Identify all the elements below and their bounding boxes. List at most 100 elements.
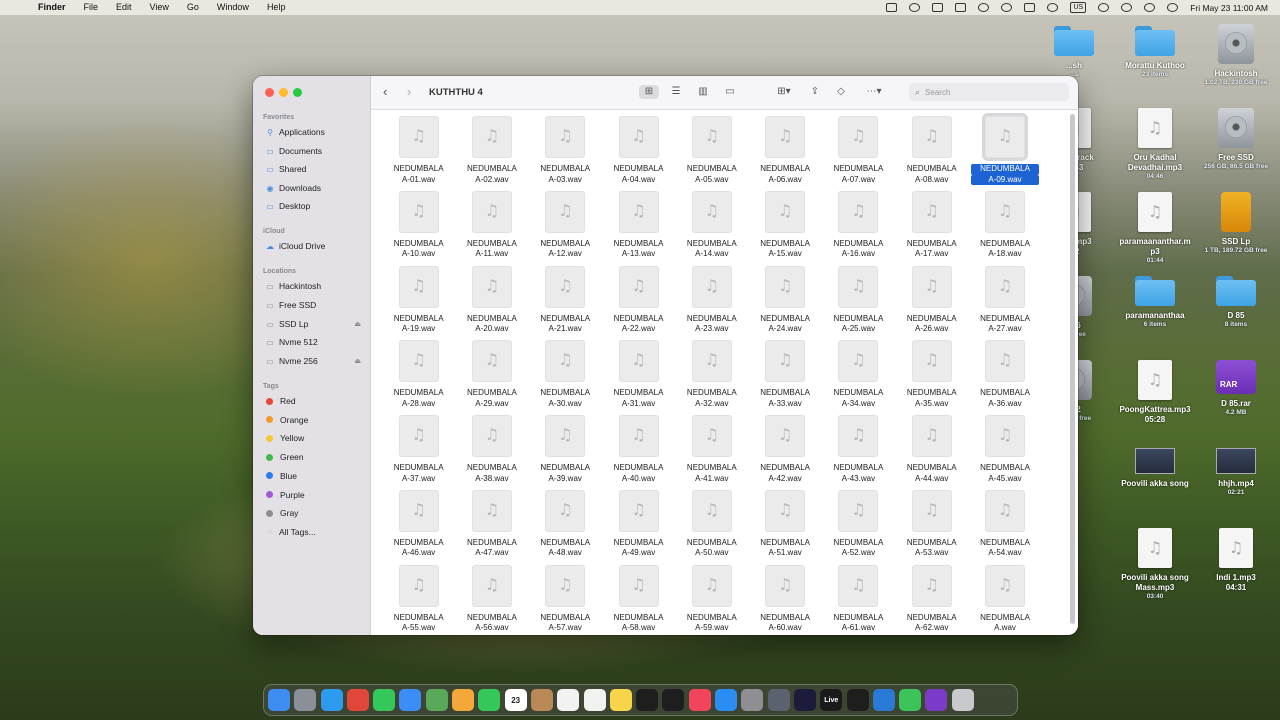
sidebar-item-desktop[interactable]: ▭ Desktop [265,198,365,214]
file-item[interactable]: ♫ NEDUMBALA A-22.wav [602,266,675,342]
dock-app-store-icon[interactable] [715,689,738,711]
file-item[interactable]: ♫ NEDUMBALA A-53.wav [895,490,968,566]
file-item[interactable]: ♫ NEDUMBALA A-51.wav [748,490,821,566]
file-item[interactable]: ♫ NEDUMBALA A-25.wav [822,266,895,342]
minimize-button[interactable] [279,88,288,97]
dock-contacts-icon[interactable] [530,689,553,711]
volume-icon[interactable] [1047,3,1059,12]
file-item[interactable]: ♫ NEDUMBALA A-05.wav [675,117,748,192]
file-item[interactable]: ♫ NEDUMBALA A-04.wav [602,117,675,192]
input-source-indicator[interactable]: US [1070,2,1087,13]
file-item[interactable]: ♫ NEDUMBALA A-34.wav [822,341,895,416]
file-item[interactable]: ♫ NEDUMBALA A-32.wav [675,341,748,416]
file-item[interactable]: ♫ NEDUMBALA A-52.wav [822,490,895,566]
file-item[interactable]: ♫ NEDUMBALA A-36.wav [968,341,1041,416]
siri-icon[interactable] [1167,3,1179,12]
menu-clock[interactable]: Fri May 23 11:00 AM [1190,3,1268,13]
sidebar-item-nvme-512[interactable]: ▭ Nvme 512 [265,334,365,350]
file-item[interactable]: ♫ NEDUMBALA A-21.wav [529,266,602,342]
sidebar-item-ssd-lp[interactable]: ▭ SSD Lp ⏏ [265,316,365,332]
sidebar-item-applications[interactable]: ⚲ Applications [265,124,365,140]
bluetooth-icon[interactable] [1098,3,1110,12]
file-item[interactable]: ♫ NEDUMBALA A-27.wav [968,266,1041,342]
file-item[interactable]: ♫ NEDUMBALA A-48.wav [529,490,602,566]
sidebar-item-shared[interactable]: ▭ Shared [265,161,365,177]
file-item[interactable]: ♫ NEDUMBALA A-08.wav [895,117,968,192]
file-item[interactable]: ♫ NEDUMBALA A-37.wav [382,416,455,491]
file-item[interactable]: ♫ NEDUMBALA A-61.wav [822,565,895,635]
dock-final-cut-icon[interactable] [793,689,816,711]
screen-record-icon[interactable] [886,3,898,12]
desktop-item[interactable]: ♫ Indi 1.mp3 04:31 [1196,528,1276,593]
sidebar-tag-yellow[interactable]: Yellow [265,430,365,446]
menu-window[interactable]: Window [217,0,249,15]
sidebar-item-icloud-drive[interactable]: ☁ iCloud Drive [265,238,365,254]
icon-view-button[interactable]: ⊞ [639,85,659,99]
display-icon[interactable] [932,3,944,12]
file-item[interactable]: ♫ NEDUMBALA A.wav [968,565,1041,635]
dock-tv-icon[interactable] [662,689,685,711]
file-item[interactable]: ♫ NEDUMBALA A-57.wav [529,565,602,635]
file-item[interactable]: ♫ NEDUMBALA A-07.wav [822,117,895,192]
dock-calendar-icon[interactable]: 23 [504,689,527,711]
share-button[interactable]: ⇪ [807,85,823,99]
dock-facetime-icon[interactable] [478,689,501,711]
dock-xcode-icon[interactable] [872,689,895,711]
sidebar-tag-purple[interactable]: Purple [265,487,365,503]
dock-notes-icon[interactable] [609,689,632,711]
dock-rmx-icon[interactable] [925,689,948,711]
file-item[interactable]: ♫ NEDUMBALA A-40.wav [602,416,675,491]
desktop-item[interactable]: SSD Lp 1 TB, 189.72 GB free [1196,192,1276,255]
dock-chrome-icon[interactable] [346,689,369,711]
file-item[interactable]: ♫ NEDUMBALA A-35.wav [895,341,968,416]
file-item[interactable]: ♫ NEDUMBALA A-12.wav [529,191,602,267]
desktop-item[interactable]: ♫ Poovili akka song Mass.mp3 03:40 [1115,528,1195,601]
sidebar-item-downloads[interactable]: ◉ Downloads [265,180,365,196]
file-item[interactable]: ♫ NEDUMBALA A-29.wav [455,341,528,416]
file-item[interactable]: ♫ NEDUMBALA A-31.wav [602,341,675,416]
file-item[interactable]: ♫ NEDUMBALA A-16.wav [822,191,895,267]
desktop-item[interactable]: D 85 8 items [1196,276,1276,329]
file-item[interactable]: ♫ NEDUMBALA A-03.wav [529,117,602,192]
desktop-item[interactable]: Morattu Kuthoo 23 items [1115,26,1195,79]
control-center-icon[interactable] [1144,3,1156,12]
desktop-item[interactable]: Poovili akka song [1115,448,1195,489]
creative-cloud-icon[interactable] [909,3,921,12]
desktop-item[interactable]: Hackintosh 1.02 TB, 230 GB free [1196,24,1276,87]
dock-system-settings-icon[interactable] [741,689,764,711]
close-button[interactable] [265,88,274,97]
sidebar-item-nvme-256[interactable]: ▭ Nvme 256 ⏏ [265,353,365,369]
file-item[interactable]: ♫ NEDUMBALA A-46.wav [382,490,455,566]
dock-photos-icon[interactable] [452,689,475,711]
file-item[interactable]: ♫ NEDUMBALA A-54.wav [968,490,1041,566]
file-item[interactable]: ♫ NEDUMBALA A-18.wav [968,191,1041,267]
menu-go[interactable]: Go [187,0,199,15]
gallery-view-button[interactable]: ▭ [721,85,739,99]
file-item[interactable]: ♫ NEDUMBALA A-26.wav [895,266,968,342]
file-item[interactable]: ♫ NEDUMBALA A-43.wav [822,416,895,491]
file-item[interactable]: ♫ NEDUMBALA A-59.wav [675,565,748,635]
desktop-item[interactable]: hhjh.mp4 02:21 [1196,448,1276,497]
sidebar-all-tags[interactable]: ◌ All Tags... [265,524,365,540]
menu-view[interactable]: View [150,0,169,15]
file-item[interactable]: ♫ NEDUMBALA A-10.wav [382,191,455,267]
file-item[interactable]: ♫ NEDUMBALA A-58.wav [602,565,675,635]
file-item[interactable]: ♫ NEDUMBALA A-56.wav [455,565,528,635]
file-item[interactable]: ♫ NEDUMBALA A-49.wav [602,490,675,566]
search-icon[interactable] [1121,3,1133,12]
menu-app-name[interactable]: Finder [38,0,66,15]
action-menu-button[interactable]: ⋯▾ [861,85,887,99]
sidebar-tag-orange[interactable]: Orange [265,412,365,428]
vertical-scrollbar[interactable] [1070,114,1075,624]
file-item[interactable]: ♫ NEDUMBALA A-62.wav [895,565,968,635]
file-item[interactable]: ♫ NEDUMBALA A-19.wav [382,266,455,342]
camera-icon[interactable] [955,3,967,12]
file-item[interactable]: ♫ NEDUMBALA A-42.wav [748,416,821,491]
dock-trash-icon[interactable] [951,689,974,711]
file-item[interactable]: ♫ NEDUMBALA A-23.wav [675,266,748,342]
file-item[interactable]: ♫ NEDUMBALA A-39.wav [529,416,602,491]
back-button[interactable]: ‹ [383,84,387,99]
dock-safari-icon[interactable] [320,689,343,711]
tag-button[interactable]: ◇ [833,85,849,99]
file-item[interactable]: ♫ NEDUMBALA A-01.wav [382,117,455,192]
